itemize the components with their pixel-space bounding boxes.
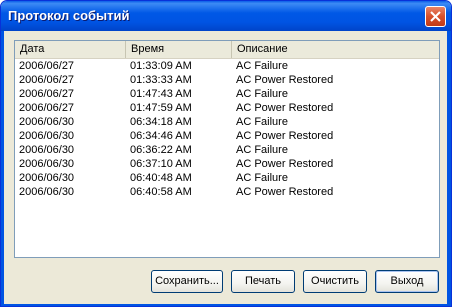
event-time: 01:47:43 AM <box>130 88 192 100</box>
event-date: 2006/06/27 <box>19 60 75 72</box>
column-header-description[interactable]: Описание <box>232 41 439 58</box>
list-item[interactable]: 2006/06/30 06:40:48 AM AC Failure <box>15 171 439 185</box>
event-description: AC Power Restored <box>236 186 334 198</box>
list-rows: 2006/06/27 01:33:09 AM AC Failure 2006/06/2… <box>15 59 439 199</box>
event-date: 2006/06/27 <box>19 102 75 114</box>
event-time: 06:34:18 AM <box>130 116 192 128</box>
list-item[interactable]: 2006/06/30 06:34:46 AM AC Power Restored <box>15 129 439 143</box>
event-description: AC Failure <box>236 144 288 156</box>
event-list[interactable]: Дата Время Описание 2006/06/27 01:33:09 A… <box>14 40 440 258</box>
list-item[interactable]: 2006/06/30 06:37:10 AM AC Power Restored <box>15 157 439 171</box>
event-date: 2006/06/30 <box>19 130 75 142</box>
event-description: AC Failure <box>236 116 288 128</box>
event-time: 01:47:59 AM <box>130 102 192 114</box>
event-time: 01:33:33 AM <box>130 74 192 86</box>
event-date: 2006/06/27 <box>19 88 75 100</box>
event-description: AC Power Restored <box>236 158 334 170</box>
close-button[interactable] <box>425 6 446 27</box>
event-date: 2006/06/30 <box>19 172 75 184</box>
list-item[interactable]: 2006/06/30 06:36:22 AM AC Failure <box>15 143 439 157</box>
event-time: 01:33:09 AM <box>130 60 192 72</box>
event-description: AC Failure <box>236 88 288 100</box>
list-header: Дата Время Описание <box>15 41 439 59</box>
title-bar[interactable]: Протокол событий <box>1 1 451 31</box>
event-date: 2006/06/30 <box>19 116 75 128</box>
print-button[interactable]: Печать <box>231 270 295 293</box>
event-description: AC Failure <box>236 60 288 72</box>
event-date: 2006/06/30 <box>19 144 75 156</box>
column-header-time[interactable]: Время <box>126 41 232 58</box>
list-item[interactable]: 2006/06/30 06:34:18 AM AC Failure <box>15 115 439 129</box>
list-item[interactable]: 2006/06/27 01:33:33 AM AC Power Restored <box>15 73 439 87</box>
event-date: 2006/06/30 <box>19 158 75 170</box>
column-header-date[interactable]: Дата <box>15 41 126 58</box>
event-description: AC Power Restored <box>236 130 334 142</box>
event-date: 2006/06/27 <box>19 74 75 86</box>
window-title: Протокол событий <box>8 8 130 23</box>
event-log-dialog: Протокол событий Дата Время Описание 200… <box>0 0 452 307</box>
event-time: 06:40:48 AM <box>130 172 192 184</box>
event-time: 06:34:46 AM <box>130 130 192 142</box>
exit-button[interactable]: Выход <box>375 270 439 293</box>
event-date: 2006/06/30 <box>19 186 75 198</box>
event-description: AC Power Restored <box>236 102 334 114</box>
save-button[interactable]: Сохранить... <box>151 270 223 293</box>
event-description: AC Failure <box>236 172 288 184</box>
event-time: 06:40:58 AM <box>130 186 192 198</box>
list-item[interactable]: 2006/06/27 01:33:09 AM AC Failure <box>15 59 439 73</box>
list-item[interactable]: 2006/06/27 01:47:59 AM AC Power Restored <box>15 101 439 115</box>
event-time: 06:37:10 AM <box>130 158 192 170</box>
close-icon <box>430 11 441 22</box>
window-frame-left <box>1 31 4 306</box>
clear-button[interactable]: Очистить <box>303 270 367 293</box>
window-frame-right <box>447 31 451 306</box>
list-item[interactable]: 2006/06/30 06:40:58 AM AC Power Restored <box>15 185 439 199</box>
list-item[interactable]: 2006/06/27 01:47:43 AM AC Failure <box>15 87 439 101</box>
event-description: AC Power Restored <box>236 74 334 86</box>
event-time: 06:36:22 AM <box>130 144 192 156</box>
